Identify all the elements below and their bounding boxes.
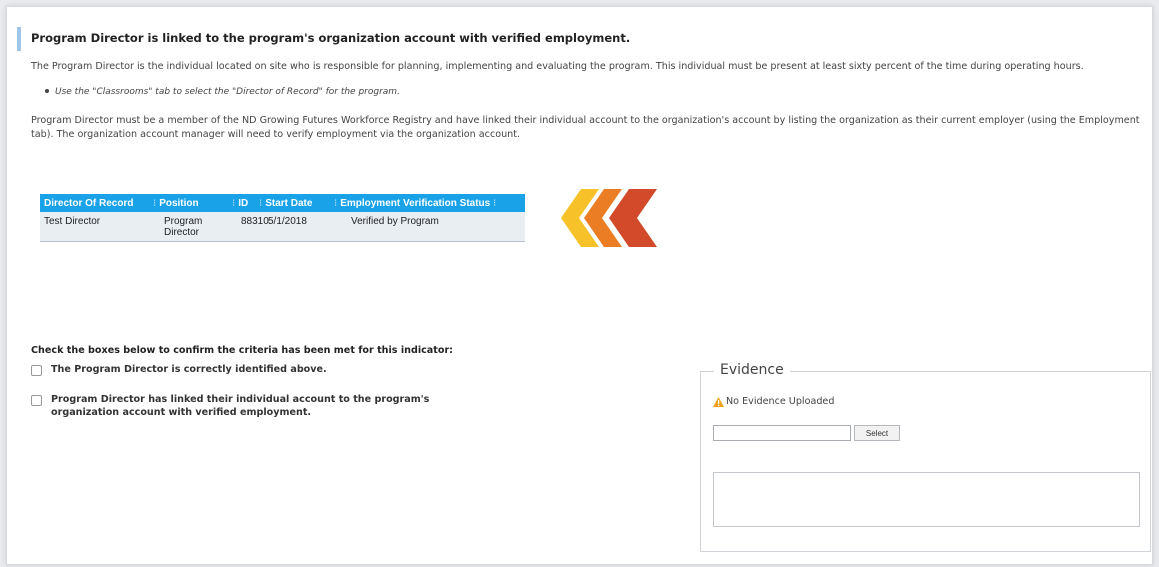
instruction-text: Use the "Classrooms" tab to select the "… [55,87,400,97]
checklist-item: Program Director has linked their indivi… [31,393,451,419]
chevron-arrows-icon [561,189,657,247]
col-status-label: Employment Verification Status [340,197,491,209]
evidence-legend: Evidence [714,362,790,378]
evidence-status-text: No Evidence Uploaded [726,396,835,407]
cell-id: 88310 [241,216,269,227]
col-position-header[interactable]: ⁝ Position [153,198,232,209]
col-director-label: Director Of Record [44,197,134,209]
criteria-checkbox[interactable] [31,395,42,406]
sort-handle-icon: ⁝ [334,197,338,209]
bullet-dot-icon [45,88,49,93]
heading-accent-bar [17,27,21,51]
requirement-paragraph: Program Director must be a member of the… [31,115,1140,140]
warning-icon [713,396,724,407]
sort-handle-icon: ⁝ [232,197,236,209]
col-director-header[interactable]: Director Of Record [40,198,153,209]
table-row[interactable]: Test Director Program Director 88310 5/1… [40,212,525,242]
evidence-status: No Evidence Uploaded [713,396,834,407]
table-header: Director Of Record ⁝ Position ⁝ ID ⁝ Start … [40,194,525,212]
col-id-label: ID [238,197,249,209]
sort-handle-icon: ⁝ [259,197,263,209]
indicator-heading: Program Director is linked to the progra… [31,31,631,45]
cell-director: Test Director [44,216,101,227]
sort-handle-icon: ⁝ [493,197,497,209]
col-status-header[interactable]: ⁝ Employment Verification Status ⁝ [334,198,525,209]
cell-start-date: 5/1/2018 [268,216,307,227]
checklist-item: The Program Director is correctly identi… [31,363,451,376]
description-paragraph: The Program Director is the individual l… [31,61,1084,72]
checklist-heading: Check the boxes below to confirm the cri… [31,345,454,356]
col-start-date-header[interactable]: ⁝ Start Date [259,198,334,209]
instruction-bullet: Use the "Classrooms" tab to select the "… [45,87,400,97]
sort-handle-icon: ⁝ [153,197,157,209]
checklist-item-label: Program Director has linked their indivi… [51,394,430,418]
evidence-notes-textarea[interactable] [713,472,1140,527]
criteria-checkbox[interactable] [31,365,42,376]
select-file-button[interactable]: Select [854,425,900,441]
file-path-input[interactable] [713,425,851,441]
evidence-panel: Evidence No Evidence Uploaded Select [700,362,1151,552]
director-table: Director Of Record ⁝ Position ⁝ ID ⁝ Start … [40,194,525,242]
cell-position: Program Director [164,216,203,238]
indicator-card: Program Director is linked to the progra… [6,6,1153,565]
cell-status: Verified by Program [351,216,439,227]
checklist-item-label: The Program Director is correctly identi… [51,364,327,375]
col-start-date-label: Start Date [265,197,313,209]
col-id-header[interactable]: ⁝ ID [232,198,259,209]
col-position-label: Position [159,197,199,209]
chevron-arrow-red [609,189,657,247]
